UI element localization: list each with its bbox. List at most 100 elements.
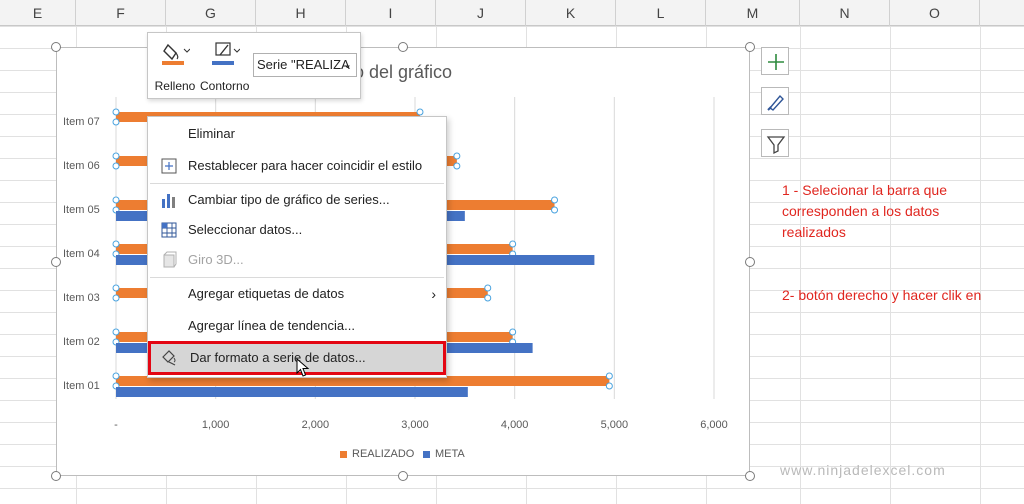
outline-button[interactable]: Contorno xyxy=(200,39,250,95)
selection-handle xyxy=(112,372,120,380)
bar-meta xyxy=(116,387,468,397)
selection-handle xyxy=(509,240,517,248)
selection-handle xyxy=(112,328,120,336)
menu-item-label: Restablecer para hacer coincidir el esti… xyxy=(188,158,423,173)
selection-handle xyxy=(551,196,559,204)
x-tick-label: 3,000 xyxy=(401,419,429,431)
legend-label-meta: META xyxy=(435,448,465,460)
legend-item-meta[interactable]: META xyxy=(423,448,465,460)
column-header-l[interactable]: L xyxy=(616,0,706,26)
selection-handle xyxy=(112,108,120,116)
selection-handle xyxy=(484,294,492,302)
legend-label-realizado: REALIZADO xyxy=(352,448,415,460)
selection-handle xyxy=(112,284,120,292)
selection-handle xyxy=(484,284,492,292)
menu-item-restablecer[interactable]: Restablecer para hacer coincidir el esti… xyxy=(148,151,446,181)
mouse-pointer-icon xyxy=(296,358,310,377)
annotation-line: 1 - Selecionar la barra que xyxy=(782,182,947,198)
x-tick-label: 6,000 xyxy=(700,419,728,431)
menu-item-label: Agregar línea de tendencia... xyxy=(188,318,355,333)
menu-item-label: Cambiar tipo de gráfico de series... xyxy=(188,192,390,207)
plus-icon xyxy=(768,54,784,70)
selection-handle xyxy=(453,162,461,170)
chart-elements-button[interactable] xyxy=(761,47,789,75)
selection-handle xyxy=(112,294,120,302)
column-header-o[interactable]: O xyxy=(890,0,980,26)
y-category-label: Item 01 xyxy=(63,380,100,392)
legend-swatch-meta xyxy=(423,450,430,458)
x-tick-label: - xyxy=(114,419,118,431)
context-menu: Eliminar Restablecer para hacer coincidi… xyxy=(147,116,447,378)
annotation-line: realizados xyxy=(782,224,846,240)
watermark: www.ninjadelexcel.com xyxy=(780,462,946,478)
reset-style-icon xyxy=(161,158,177,174)
column-header-bar: E F G H I J K L M N O xyxy=(0,0,1024,26)
x-tick-label: 4,000 xyxy=(500,419,529,431)
selection-handle xyxy=(112,118,120,126)
selection-handle xyxy=(112,152,120,160)
column-header-h[interactable]: H xyxy=(256,0,346,26)
column-header-f[interactable]: F xyxy=(76,0,166,26)
menu-item-agregar-tendencia[interactable]: Agregar línea de tendencia... xyxy=(148,311,446,341)
column-header-e[interactable]: E xyxy=(0,0,76,26)
x-tick-label: 2,000 xyxy=(301,419,330,431)
outline-label: Contorno xyxy=(200,79,250,93)
outline-pen-icon xyxy=(212,42,240,65)
rotation-3d-icon xyxy=(163,251,177,268)
selection-handle xyxy=(453,152,461,160)
change-chart-type-icon xyxy=(162,194,175,208)
chart-styles-button[interactable] xyxy=(761,87,789,115)
menu-item-label: Seleccionar datos... xyxy=(188,222,303,237)
series-selector-value: Serie "REALIZA xyxy=(257,57,350,72)
selection-handle xyxy=(509,328,517,336)
selection-handle xyxy=(112,240,120,248)
x-tick-label: 1,000 xyxy=(201,419,230,431)
legend-swatch-realizado xyxy=(340,450,347,458)
filter-icon xyxy=(766,136,786,155)
y-category-label: Item 07 xyxy=(63,116,100,128)
y-category-label: Item 02 xyxy=(63,336,100,348)
brush-icon xyxy=(767,94,784,111)
selection-handle xyxy=(605,372,613,380)
selection-handle xyxy=(112,162,120,170)
selection-handle xyxy=(112,196,120,204)
column-header-i[interactable]: I xyxy=(346,0,436,26)
menu-item-giro-3d: Giro 3D... xyxy=(148,245,446,275)
column-header-j[interactable]: J xyxy=(436,0,526,26)
column-header-k[interactable]: K xyxy=(526,0,616,26)
legend-item-realizado[interactable]: REALIZADO xyxy=(340,448,414,460)
column-header-m[interactable]: M xyxy=(706,0,800,26)
selection-handle xyxy=(416,108,424,116)
chevron-down-icon: ⌄ xyxy=(342,59,352,71)
column-header-g[interactable]: G xyxy=(166,0,256,26)
x-tick-label: 5,000 xyxy=(600,419,629,431)
menu-item-cambiar-tipo[interactable]: Cambiar tipo de gráfico de series... xyxy=(148,185,446,215)
menu-item-label: Giro 3D... xyxy=(188,252,244,267)
y-category-label: Item 06 xyxy=(63,160,100,172)
column-header-n[interactable]: N xyxy=(800,0,890,26)
fill-bucket-icon xyxy=(162,43,190,65)
mini-format-toolbar: Relleno Contorno Serie "REALIZA ⌄ xyxy=(147,32,361,99)
format-series-icon xyxy=(162,350,176,366)
menu-separator xyxy=(150,183,444,184)
fill-button[interactable]: Relleno xyxy=(152,39,198,95)
y-category-label: Item 03 xyxy=(63,292,100,304)
annotation-line: corresponden a los datos xyxy=(782,203,940,219)
y-category-label: Item 05 xyxy=(63,204,100,216)
series-selector-dropdown[interactable]: Serie "REALIZA ⌄ xyxy=(253,53,357,77)
menu-item-seleccionar-datos[interactable]: Seleccionar datos... xyxy=(148,215,446,245)
chart-filters-button[interactable] xyxy=(761,129,789,157)
chevron-right-icon: › xyxy=(431,286,436,302)
y-category-label: Item 04 xyxy=(63,248,100,260)
selection-handle xyxy=(551,206,559,214)
annotation-step-1: 1 - Selecionar la barra que corresponden… xyxy=(782,180,947,243)
menu-item-label: Eliminar xyxy=(188,126,235,141)
menu-item-label: Agregar etiquetas de datos xyxy=(188,286,345,301)
fill-label: Relleno xyxy=(154,79,196,93)
annotation-step-2: 2- botón derecho y hacer clik en xyxy=(782,287,982,303)
select-data-icon xyxy=(161,222,177,238)
menu-item-label: Dar formato a serie de datos... xyxy=(190,350,366,365)
menu-item-agregar-etiquetas[interactable]: Agregar etiquetas de datos › xyxy=(148,279,446,309)
menu-item-eliminar[interactable]: Eliminar xyxy=(148,119,446,149)
selection-handle xyxy=(605,382,613,390)
